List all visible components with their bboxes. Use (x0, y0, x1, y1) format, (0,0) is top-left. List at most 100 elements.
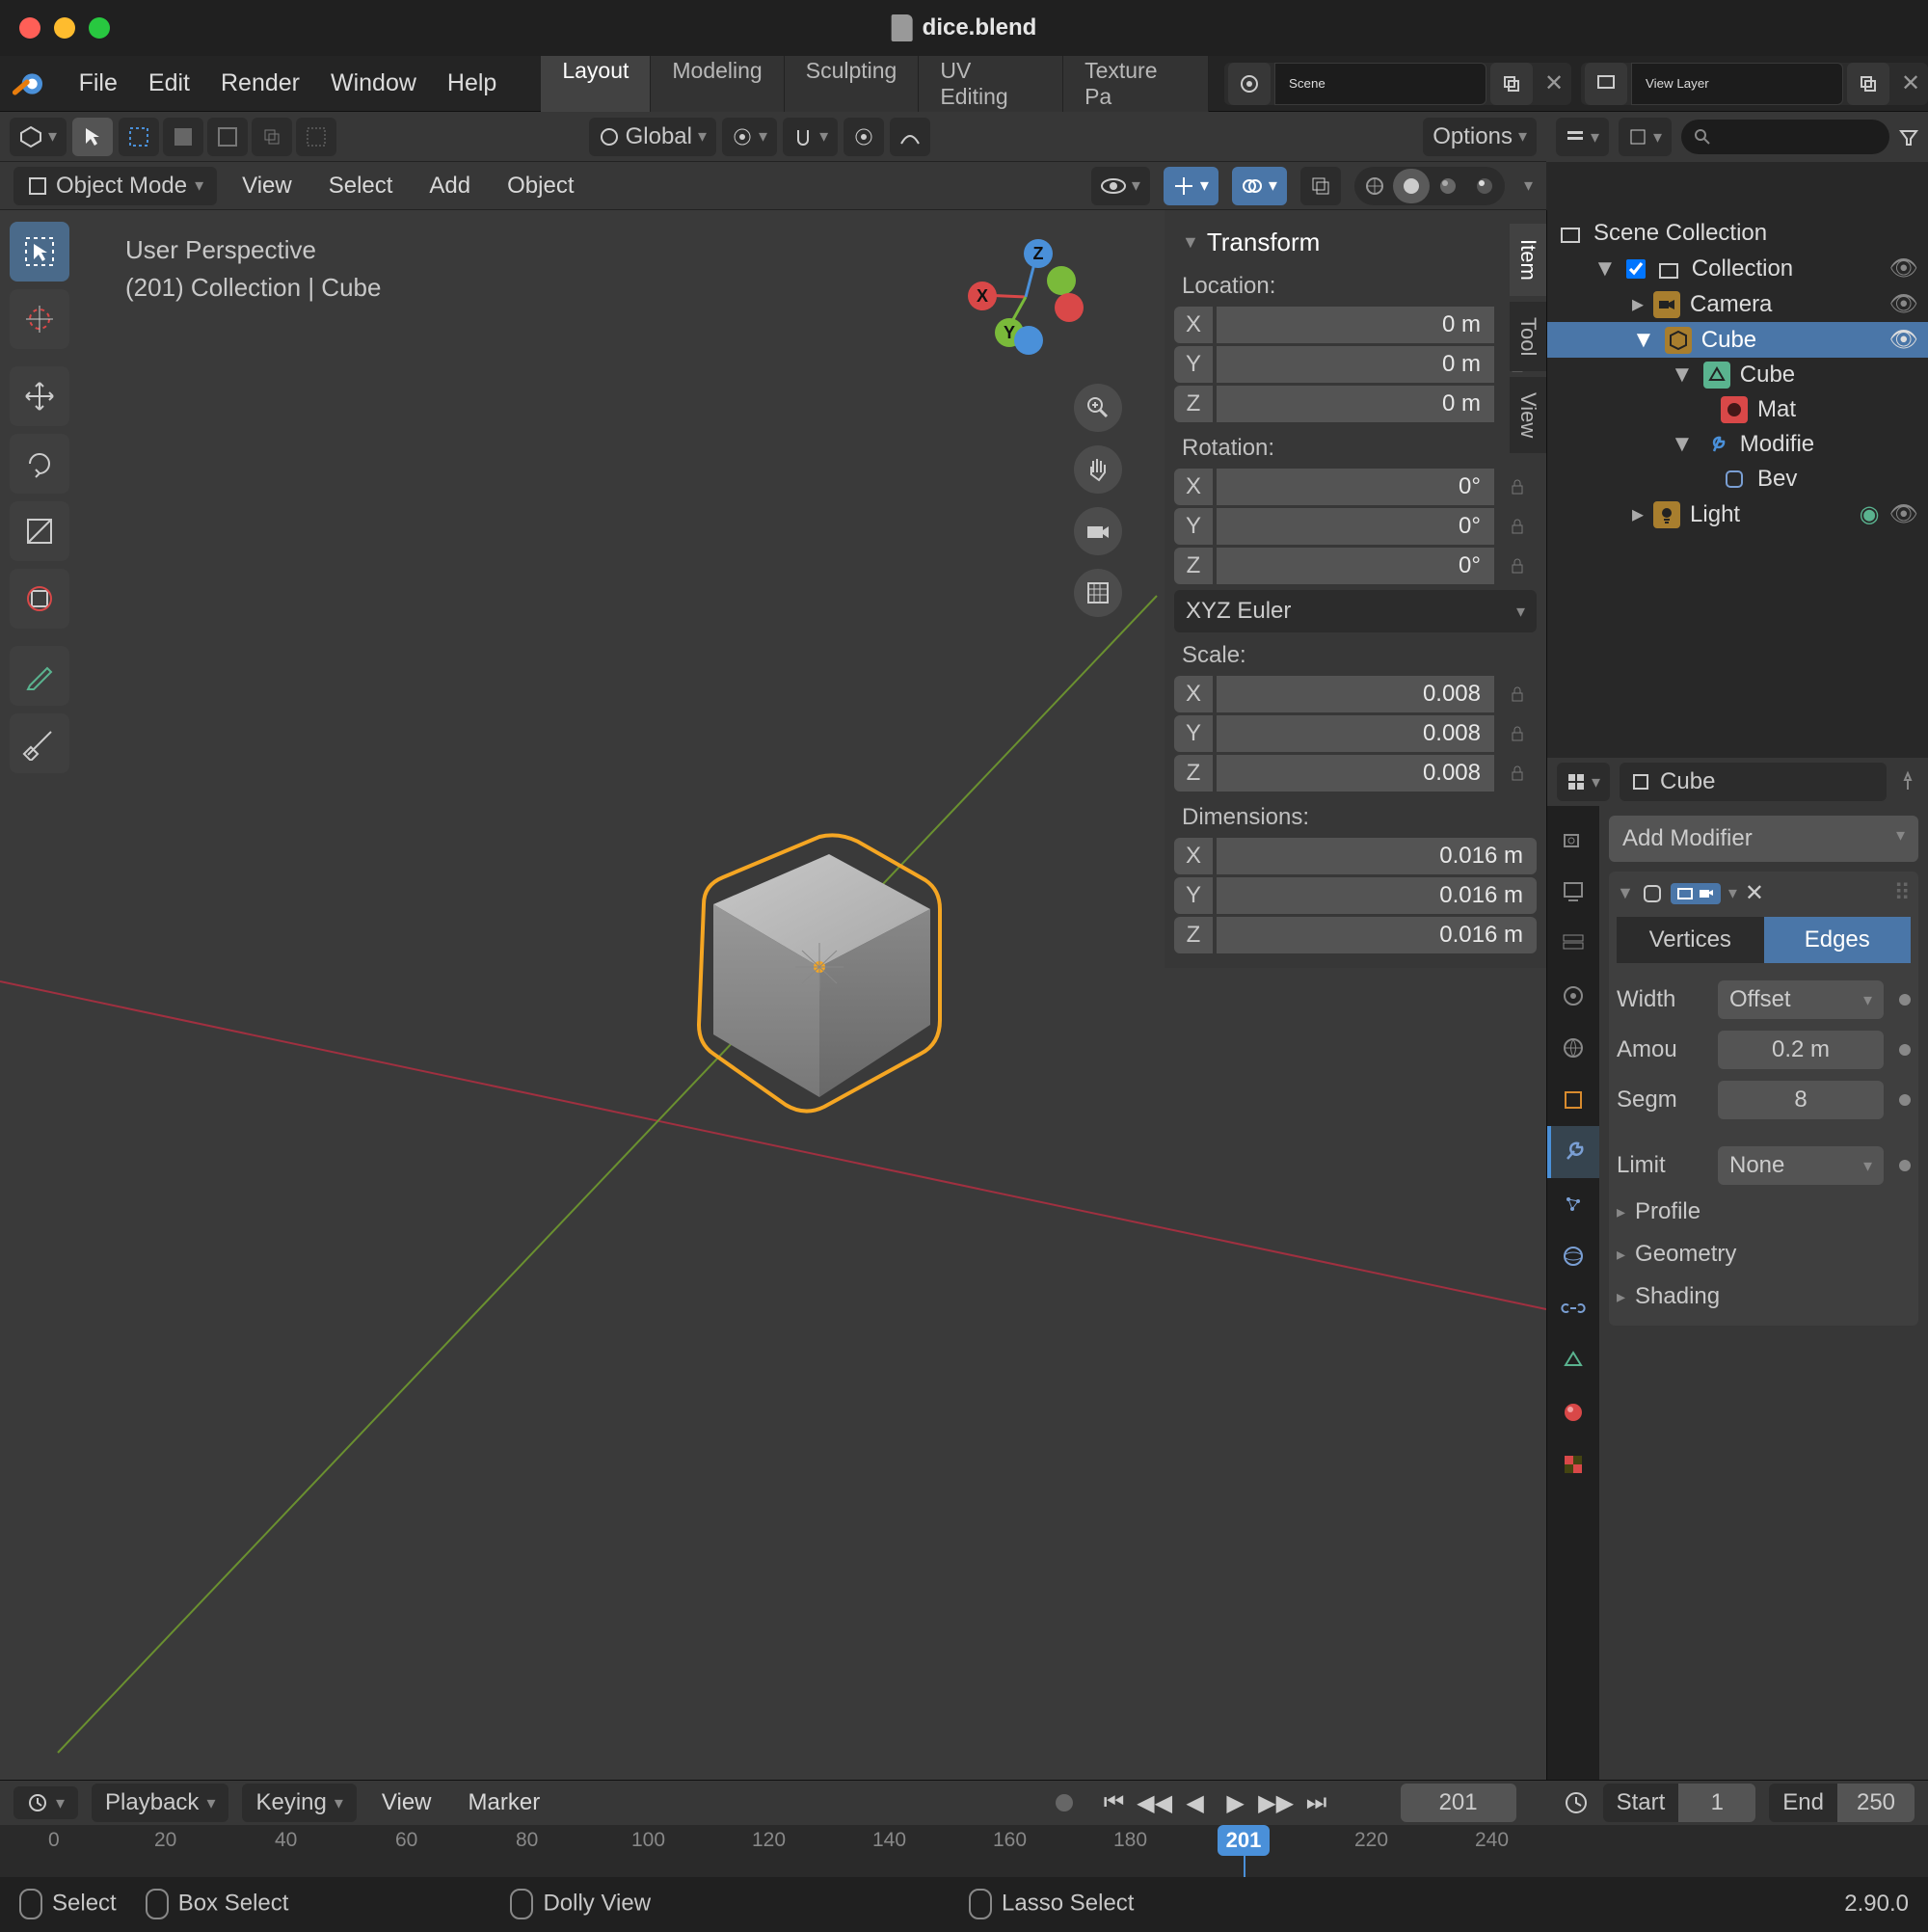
lock-icon[interactable] (1498, 469, 1537, 505)
timeline-editor-type[interactable]: ▾ (13, 1786, 78, 1819)
outliner-filter-icon[interactable]: ▾ (1619, 118, 1672, 156)
cube-object[interactable] (656, 808, 964, 1136)
width-mode-selector[interactable]: Offset▾ (1718, 980, 1884, 1019)
property-dot[interactable] (1899, 994, 1911, 1006)
transform-tool[interactable] (10, 569, 69, 629)
options-button[interactable]: Options▾ (1423, 118, 1537, 156)
modifier-collapse[interactable]: ▼ (1617, 883, 1634, 903)
delete-scene-icon[interactable]: ✕ (1537, 63, 1571, 105)
collection-checkbox[interactable] (1626, 259, 1646, 279)
menu-render[interactable]: Render (205, 62, 315, 105)
timeline-view-menu[interactable]: View (370, 1784, 443, 1822)
scale-z-field[interactable]: 0.008 (1217, 755, 1494, 792)
new-view-layer-icon[interactable] (1847, 63, 1889, 105)
tab-edges[interactable]: Edges (1764, 917, 1912, 963)
menu-object[interactable]: Object (495, 167, 585, 205)
modifier-realtime-icon[interactable] (1676, 885, 1694, 902)
outliner-search[interactable] (1681, 120, 1889, 154)
scene-selector[interactable]: ✕ (1224, 63, 1571, 105)
eye-icon[interactable]: 👁 (1889, 290, 1918, 318)
tab-view-layer[interactable] (1547, 918, 1599, 970)
tree-collection[interactable]: ▼ Collection 👁 (1557, 251, 1918, 286)
properties-editor-type[interactable]: ▾ (1557, 763, 1610, 801)
tree-material[interactable]: Mat (1557, 392, 1918, 427)
property-dot[interactable] (1899, 1094, 1911, 1106)
pan-icon[interactable] (1074, 445, 1122, 494)
rot-y-field[interactable]: 0° (1217, 508, 1494, 545)
jump-end-icon[interactable]: ⏭ (1299, 1784, 1335, 1821)
remove-view-layer-icon[interactable]: ✕ (1893, 63, 1928, 105)
select-all-icon[interactable] (119, 118, 159, 156)
scene-name-field[interactable] (1274, 63, 1486, 105)
tree-cube-mesh[interactable]: ▼ Cube (1557, 358, 1918, 392)
gizmo-neg-x[interactable] (1055, 293, 1084, 322)
tab-physics[interactable] (1547, 1230, 1599, 1282)
limit-selector[interactable]: None▾ (1718, 1146, 1884, 1185)
property-dot[interactable] (1899, 1044, 1911, 1056)
tree-expand-icon[interactable]: ▼ (1593, 255, 1617, 282)
light-enabled-icon[interactable]: ◉ (1860, 500, 1880, 528)
minimize-window-button[interactable] (54, 17, 75, 39)
loc-y-field[interactable]: 0 m (1217, 346, 1494, 383)
tree-scene-collection[interactable]: Scene Collection (1557, 216, 1918, 251)
tab-particles[interactable] (1547, 1178, 1599, 1230)
jump-start-icon[interactable]: ⏮ (1096, 1784, 1133, 1821)
move-tool[interactable] (10, 366, 69, 426)
section-shading[interactable]: ▸Shading (1617, 1275, 1911, 1318)
scale-y-field[interactable]: 0.008 (1217, 715, 1494, 752)
auto-keyframe-toggle[interactable] (1046, 1784, 1083, 1821)
scene-browse-icon[interactable] (1228, 63, 1271, 105)
tree-bevel[interactable]: Bev (1557, 462, 1918, 496)
lock-icon[interactable] (1498, 755, 1537, 792)
tab-mesh[interactable] (1547, 1334, 1599, 1386)
scale-tool[interactable] (10, 501, 69, 561)
tree-expand-icon[interactable]: ▼ (1671, 362, 1694, 389)
navigation-gizmo[interactable]: X Y Z (968, 239, 1084, 355)
tab-scene[interactable] (1547, 970, 1599, 1022)
perspective-toggle-icon[interactable] (1074, 569, 1122, 617)
current-frame-field[interactable]: 201 (1401, 1784, 1516, 1822)
segments-field[interactable]: 8 (1718, 1081, 1884, 1119)
loc-z-field[interactable]: 0 m (1217, 386, 1494, 422)
gizmo-neg-z[interactable] (1014, 326, 1043, 355)
tab-texture[interactable] (1547, 1438, 1599, 1490)
tab-modifiers[interactable] (1547, 1126, 1599, 1178)
start-frame-field[interactable]: 1 (1678, 1784, 1755, 1822)
keying-menu[interactable]: Keying▾ (242, 1784, 356, 1822)
tab-render[interactable] (1547, 814, 1599, 866)
material-shading[interactable] (1430, 169, 1466, 203)
loc-x-field[interactable]: 0 m (1217, 307, 1494, 343)
gizmo-toggle[interactable]: ▾ (1164, 167, 1218, 205)
3d-viewport[interactable]: User Perspective (201) Collection | Cube… (0, 210, 1546, 1780)
wireframe-shading[interactable] (1356, 169, 1393, 203)
menu-edit[interactable]: Edit (133, 62, 205, 105)
tree-camera[interactable]: ▸ Camera 👁 (1557, 286, 1918, 322)
xray-toggle[interactable] (1300, 167, 1341, 205)
dim-x-field[interactable]: 0.016 m (1217, 838, 1537, 874)
menu-view[interactable]: View (230, 167, 304, 205)
modifier-options[interactable]: ▾ (1728, 883, 1737, 903)
select-intersect-icon[interactable] (252, 118, 292, 156)
view-layer-field[interactable] (1631, 63, 1843, 105)
pin-icon[interactable] (1896, 770, 1919, 793)
overlay-toggle[interactable]: ▾ (1232, 167, 1287, 205)
menu-select[interactable]: Select (317, 167, 405, 205)
measure-tool[interactable] (10, 713, 69, 773)
amount-field[interactable]: 0.2 m (1718, 1031, 1884, 1069)
close-window-button[interactable] (19, 17, 40, 39)
modifier-render-icon[interactable] (1698, 885, 1715, 902)
select-invert-icon[interactable] (163, 118, 203, 156)
curve-falloff-icon[interactable] (890, 118, 930, 156)
tab-material[interactable] (1547, 1386, 1599, 1438)
tab-tool[interactable]: Tool (1510, 302, 1546, 371)
jump-prev-keyframe-icon[interactable]: ◀◀ (1137, 1784, 1173, 1821)
solid-shading[interactable] (1393, 169, 1430, 203)
view-layer-selector[interactable]: ✕ (1581, 63, 1928, 105)
tree-expand-icon[interactable]: ▸ (1632, 290, 1644, 318)
rot-x-field[interactable]: 0° (1217, 469, 1494, 505)
shading-dropdown[interactable]: ▾ (1524, 175, 1533, 196)
lock-icon[interactable] (1498, 548, 1537, 584)
visibility-toggle[interactable]: ▾ (1091, 167, 1150, 205)
tree-expand-icon[interactable]: ▸ (1632, 500, 1644, 528)
lock-icon[interactable] (1498, 676, 1537, 712)
